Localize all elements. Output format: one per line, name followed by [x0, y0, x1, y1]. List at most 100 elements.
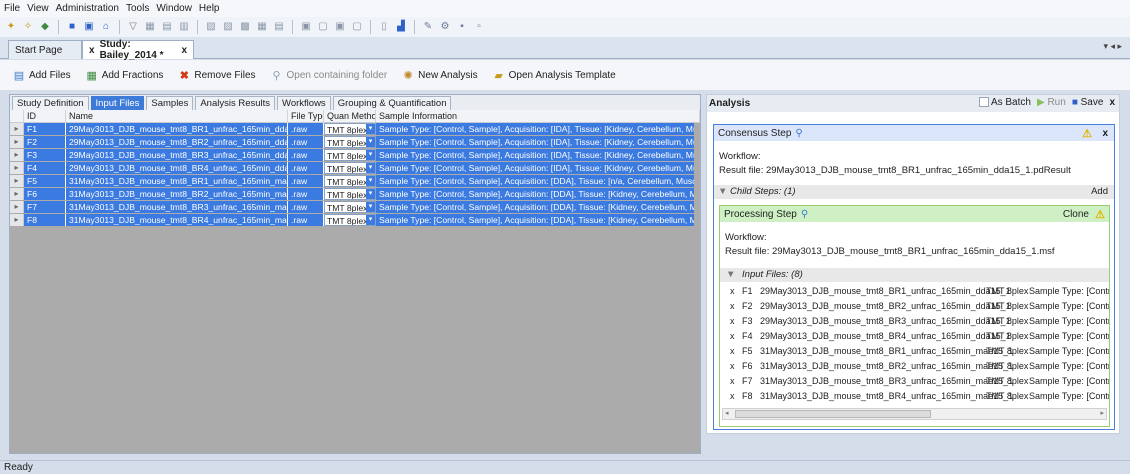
cell-name[interactable]: 31May3013_DJB_mouse_tmt8_BR1_unfrac_165m… — [66, 175, 288, 187]
warning-icon[interactable]: ⚠ — [1082, 127, 1092, 140]
tab-analysis-results[interactable]: Analysis Results — [195, 96, 276, 110]
chevron-down-icon[interactable]: ▾ — [366, 163, 375, 173]
cell-file-type[interactable]: .raw — [288, 149, 324, 161]
scroll-right-icon[interactable]: ▸ — [1100, 409, 1104, 417]
chevron-down-icon[interactable]: ▾ — [366, 137, 375, 147]
new-analysis-button[interactable]: ✺ New Analysis — [401, 68, 478, 82]
table-view-icon[interactable]: ▤ — [160, 20, 174, 34]
tab-input-files[interactable]: Input Files — [90, 96, 145, 110]
cell-name[interactable]: 31May3013_DJB_mouse_tmt8_BR4_unfrac_165m… — [66, 214, 288, 226]
cell-file-type[interactable]: .raw — [288, 123, 324, 135]
remove-input-icon[interactable]: x — [730, 389, 735, 403]
save-all-icon[interactable]: ▣ — [82, 20, 96, 34]
add-files-button[interactable]: ▤ Add Files — [12, 68, 71, 82]
column-header-sample-information[interactable]: Sample Information — [376, 110, 700, 123]
report-icon[interactable]: ▫ — [472, 20, 486, 34]
quan-method-select[interactable]: TMT 8plex ▾ — [324, 188, 376, 200]
column-header-name[interactable]: Name — [66, 110, 288, 123]
table-row[interactable]: ▸ F6 31May3013_DJB_mouse_tmt8_BR2_unfrac_1… — [10, 188, 700, 200]
table-row[interactable]: ▸ F1 29May3013_DJB_mouse_tmt8_BR1_unfrac_1… — [10, 123, 700, 135]
tab-start-page[interactable]: Start Page — [8, 40, 82, 59]
cell-sample-information[interactable]: Sample Type: [Control, Sample], Acquisit… — [376, 149, 694, 161]
quan-method-select[interactable]: TMT 8plex ▾ — [324, 201, 376, 213]
cell-sample-information[interactable]: Sample Type: [Control, Sample], Acquisit… — [376, 136, 694, 148]
quan-method-select[interactable]: TMT 8plex ▾ — [324, 175, 376, 187]
layout-3-icon[interactable]: ▩ — [238, 20, 252, 34]
chart-icon[interactable]: ▟ — [394, 20, 408, 34]
run-button[interactable]: ▶ Run — [1037, 97, 1066, 108]
cell-id[interactable]: F7 — [24, 201, 66, 213]
row-selector-icon[interactable]: ▸ — [10, 188, 24, 200]
quan-method-select[interactable]: TMT 8plex ▾ — [324, 214, 376, 226]
panel-1-icon[interactable]: ▣ — [299, 20, 313, 34]
chevron-down-icon[interactable]: ▾ — [366, 124, 375, 134]
clone-button[interactable]: Clone — [1063, 209, 1089, 220]
open-containing-folder-button[interactable]: ⚲ Open containing folder — [270, 68, 388, 82]
tab-navigation[interactable]: ▾ ◂ ▸ — [1103, 41, 1122, 52]
column-header-id[interactable]: ID — [24, 110, 66, 123]
cell-name[interactable]: 29May3013_DJB_mouse_tmt8_BR3_unfrac_165m… — [66, 149, 288, 161]
close-icon[interactable]: x — [1102, 128, 1108, 139]
cell-file-type[interactable]: .raw — [288, 162, 324, 174]
cell-sample-information[interactable]: Sample Type: [Control, Sample], Acquisit… — [376, 162, 694, 174]
horizontal-scrollbar[interactable]: ◂ ▸ — [722, 408, 1107, 420]
quan-method-select[interactable]: TMT 8plex ▾ — [324, 162, 376, 174]
remove-input-icon[interactable]: x — [730, 314, 735, 328]
open-result-icon[interactable]: ◆ — [38, 20, 52, 34]
table-row[interactable]: ▸ F8 31May3013_DJB_mouse_tmt8_BR4_unfrac_1… — [10, 214, 700, 226]
close-analysis-button[interactable]: x — [1109, 97, 1115, 108]
chevron-down-icon[interactable]: ▾ — [366, 150, 375, 160]
close-icon[interactable]: x — [89, 45, 95, 56]
expand-icon[interactable]: ▼ — [726, 269, 735, 280]
row-selector-icon[interactable]: ▸ — [10, 162, 24, 174]
cell-name[interactable]: 31May3013_DJB_mouse_tmt8_BR2_unfrac_165m… — [66, 188, 288, 200]
cell-file-type[interactable]: .raw — [288, 201, 324, 213]
quan-method-select[interactable]: TMT 8plex ▾ — [324, 149, 376, 161]
document-icon[interactable]: ▯ — [377, 20, 391, 34]
row-selector-icon[interactable]: ▸ — [10, 214, 24, 226]
tab-grouping-quantification[interactable]: Grouping & Quantification — [332, 96, 452, 110]
cell-file-type[interactable]: .raw — [288, 175, 324, 187]
open-study-icon[interactable]: ✧ — [21, 20, 35, 34]
chevron-down-icon[interactable]: ▾ — [366, 189, 375, 199]
row-selector-icon[interactable]: ▸ — [10, 201, 24, 213]
cell-id[interactable]: F6 — [24, 188, 66, 200]
cell-sample-information[interactable]: Sample Type: [Control, Sample], Acquisit… — [376, 201, 694, 213]
layout-4-icon[interactable]: ▦ — [255, 20, 269, 34]
grid-view-icon[interactable]: ▦ — [143, 20, 157, 34]
cell-sample-information[interactable]: Sample Type: [Control, Sample], Acquisit… — [376, 188, 694, 200]
remove-input-icon[interactable]: x — [730, 344, 735, 358]
quan-method-select[interactable]: TMT 8plex ▾ — [324, 136, 376, 148]
search-icon[interactable]: ⚲ — [795, 128, 802, 139]
input-files-header[interactable]: ▼ Input Files: (8) — [720, 268, 1109, 282]
list-item[interactable]: x F4 29May3013_DJB_mouse_tmt8_BR4_unfrac_1… — [720, 329, 1109, 343]
open-analysis-template-button[interactable]: ▰ Open Analysis Template — [492, 68, 615, 82]
layout-2-icon[interactable]: ▨ — [221, 20, 235, 34]
cell-file-type[interactable]: .raw — [288, 214, 324, 226]
table-row[interactable]: ▸ F7 31May3013_DJB_mouse_tmt8_BR3_unfrac_1… — [10, 201, 700, 213]
remove-input-icon[interactable]: x — [730, 284, 735, 298]
scroll-left-icon[interactable]: ◂ — [725, 409, 729, 417]
cell-name[interactable]: 29May3013_DJB_mouse_tmt8_BR1_unfrac_165m… — [66, 123, 288, 135]
cell-sample-information[interactable]: Sample Type: [Control, Sample], Acquisit… — [376, 175, 694, 187]
new-study-icon[interactable]: ✦ — [4, 20, 18, 34]
cell-id[interactable]: F5 — [24, 175, 66, 187]
layout-1-icon[interactable]: ▧ — [204, 20, 218, 34]
list-item[interactable]: x F7 31May3013_DJB_mouse_tmt8_BR3_unfrac_1… — [720, 374, 1109, 388]
tab-study[interactable]: x Study: Bailey_2014 * x — [82, 39, 194, 61]
tab-samples[interactable]: Samples — [146, 96, 194, 110]
cell-name[interactable]: 29May3013_DJB_mouse_tmt8_BR4_unfrac_165m… — [66, 162, 288, 174]
menu-view[interactable]: View — [27, 3, 49, 14]
warning-icon[interactable]: ⚠ — [1095, 208, 1105, 221]
menu-tools[interactable]: Tools — [126, 3, 149, 14]
tools-icon[interactable]: ✎ — [421, 20, 435, 34]
cell-file-type[interactable]: .raw — [288, 188, 324, 200]
add-fractions-button[interactable]: ▦ Add Fractions — [85, 68, 163, 82]
list-item[interactable]: x F1 29May3013_DJB_mouse_tmt8_BR1_unfrac_1… — [720, 284, 1109, 298]
table-row[interactable]: ▸ F2 29May3013_DJB_mouse_tmt8_BR2_unfrac_1… — [10, 136, 700, 148]
row-selector-icon[interactable]: ▸ — [10, 123, 24, 135]
scrollbar-thumb[interactable] — [735, 410, 931, 418]
tab-workflows[interactable]: Workflows — [277, 96, 331, 110]
panel-3-icon[interactable]: ▣ — [333, 20, 347, 34]
column-header-file-type[interactable]: File Type — [288, 110, 324, 123]
